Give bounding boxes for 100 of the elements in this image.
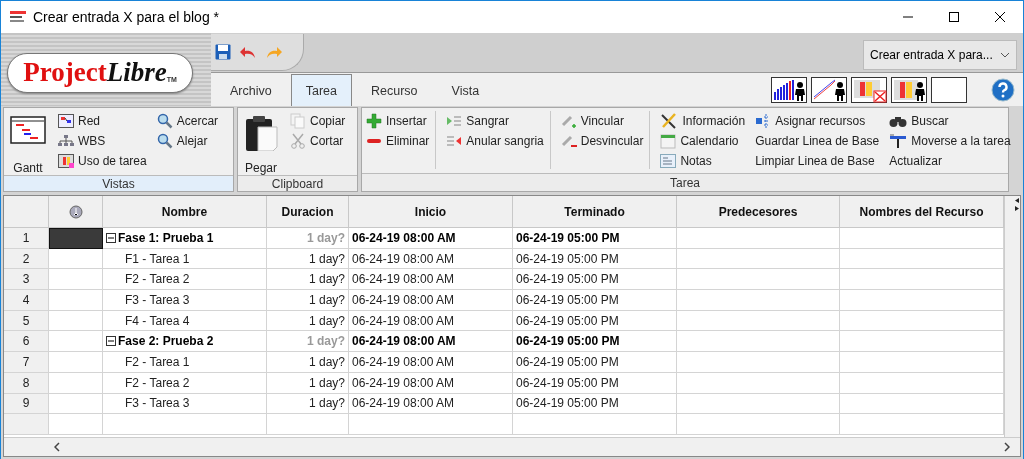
- ribbon-button[interactable]: Acercar: [156, 111, 219, 131]
- date-cell: 06-24-19 05:00 PM: [513, 393, 677, 415]
- date-cell: 06-24-19 08:00 AM: [349, 228, 513, 249]
- outdent-icon: [446, 133, 463, 149]
- date-cell: 06-24-19 05:00 PM: [513, 310, 677, 332]
- ribbon-tab[interactable]: Archivo: [215, 74, 287, 106]
- date-cell: 06-24-19 05:00 PM: [513, 331, 677, 353]
- date-cell: 06-24-19 08:00 AM: [349, 331, 513, 353]
- usage-table-icon: [58, 154, 74, 168]
- ribbon-button[interactable]: Sangrar: [446, 111, 544, 131]
- ribbon-button[interactable]: Calendario: [660, 131, 746, 151]
- ribbon-button[interactable]: Red: [58, 111, 147, 131]
- date-cell: 06-24-19 08:00 AM: [349, 269, 513, 291]
- duration-cell: 1 day?: [267, 331, 349, 353]
- scroll-arrows-icon[interactable]: [1014, 198, 1020, 212]
- column-header[interactable]: Nombre: [103, 196, 267, 228]
- row-number: 8: [4, 372, 49, 394]
- column-header[interactable]: Terminado: [513, 196, 677, 228]
- date-cell: 06-24-19 08:00 AM: [349, 352, 513, 373]
- ribbon-button[interactable]: Limpiar Linea de Base: [755, 151, 880, 171]
- group-label: Vistas: [4, 175, 233, 191]
- horizontal-scrollbar[interactable]: [4, 437, 1020, 456]
- ribbon-button[interactable]: WBS: [58, 131, 147, 151]
- ribbon-button[interactable]: Anular sangria: [446, 131, 544, 151]
- ribbon-button[interactable]: Eliminar: [366, 131, 430, 151]
- maximize-icon[interactable]: [948, 11, 960, 23]
- row-number: 1: [4, 228, 49, 249]
- collapse-icon[interactable]: [106, 336, 116, 347]
- ribbon-button[interactable]: Asignar recursos: [755, 111, 880, 131]
- ribbon-button[interactable]: Desvincular: [560, 131, 644, 151]
- histogram-icon[interactable]: [771, 76, 807, 103]
- date-cell: 06-24-19 05:00 PM: [513, 372, 677, 394]
- ribbon-tab[interactable]: Vista: [436, 74, 495, 106]
- ribbon-button[interactable]: Cortar: [290, 131, 346, 151]
- column-header[interactable]: Inicio: [349, 196, 513, 228]
- column-header[interactable]: Duracion: [267, 196, 349, 228]
- duration-cell: 1 day?: [267, 310, 349, 332]
- line-chart-icon[interactable]: [811, 76, 847, 103]
- ribbon-button[interactable]: Actualizar: [889, 151, 1011, 171]
- table-cell: [49, 414, 103, 435]
- ribbon-button[interactable]: Copiar: [290, 111, 346, 131]
- ribbon-button[interactable]: Moverse a la tarea: [889, 131, 1011, 151]
- task-name: F3 - Tarea 3: [125, 292, 190, 307]
- row-number: 9: [4, 393, 49, 415]
- scroll-left-icon[interactable]: [54, 442, 60, 452]
- duration-cell: 1 day?: [267, 248, 349, 270]
- indent-icon: [446, 113, 463, 129]
- ribbon-tab[interactable]: Tarea: [290, 74, 352, 106]
- help-icon[interactable]: [991, 78, 1015, 102]
- table-delete-icon[interactable]: [851, 76, 887, 103]
- row-number: 3: [4, 269, 49, 291]
- gantt-chart-icon: [10, 115, 46, 145]
- save-icon[interactable]: [215, 44, 231, 60]
- tools-icon: [660, 113, 679, 129]
- group-label: Clipboard: [238, 175, 357, 191]
- copy-icon: [290, 113, 306, 129]
- note-icon: [660, 154, 677, 168]
- corner-header: [4, 196, 49, 228]
- scissors-icon: [290, 133, 306, 149]
- window-title: Crear entrada X para el blog *: [33, 9, 219, 25]
- date-cell: 06-24-19 05:00 PM: [513, 352, 677, 373]
- table-person-icon[interactable]: [891, 76, 927, 103]
- ribbon-tab[interactable]: Recurso: [355, 74, 433, 106]
- ribbon-button[interactable]: Notas: [660, 151, 746, 171]
- date-cell: 06-24-19 05:00 PM: [513, 269, 677, 291]
- project-dropdown[interactable]: Crear entrada X para...: [863, 39, 1017, 70]
- duration-cell: 1 day?: [267, 290, 349, 311]
- date-cell: 06-24-19 05:00 PM: [513, 248, 677, 270]
- ribbon-button[interactable]: Pegar: [242, 111, 280, 175]
- ribbon-button[interactable]: Guardar Linea de Base: [755, 131, 880, 151]
- date-cell: 06-24-19 08:00 AM: [349, 248, 513, 270]
- close-icon[interactable]: [994, 11, 1006, 23]
- app-icon: [9, 10, 27, 24]
- collapse-icon[interactable]: [106, 232, 116, 243]
- scroll-right-icon[interactable]: [1004, 442, 1010, 452]
- column-header[interactable]: Predecesores: [677, 196, 840, 228]
- link-icon: [560, 113, 577, 129]
- blank-view-button[interactable]: [931, 76, 967, 103]
- date-cell: 06-24-19 05:00 PM: [513, 228, 677, 249]
- calendar-icon: [660, 133, 677, 149]
- ribbon-button[interactable]: Alejar: [156, 131, 219, 151]
- row-number: 4: [4, 290, 49, 311]
- ribbon-button[interactable]: Buscar: [889, 111, 1011, 131]
- column-header[interactable]: Nombres del Recurso: [840, 196, 1004, 228]
- ribbon-button[interactable]: Insertar: [366, 111, 430, 131]
- task-name: Fase 2: Prueba 2: [118, 334, 214, 349]
- network-icon: [58, 114, 74, 128]
- date-cell: 06-24-19 08:00 AM: [349, 393, 513, 415]
- task-name: Fase 1: Prueba 1: [118, 230, 214, 245]
- ribbon-button[interactable]: Vincular: [560, 111, 644, 131]
- ribbon-button[interactable]: Información: [660, 111, 746, 131]
- group-label: Tarea: [362, 173, 1008, 191]
- ribbon-button[interactable]: Uso de tarea: [58, 151, 147, 171]
- binoculars-icon: [889, 114, 908, 128]
- indicator-icon: [68, 204, 83, 219]
- chevron-icon[interactable]: [1000, 51, 1010, 58]
- task-name: F2 - Tarea 1: [125, 354, 190, 369]
- duration-cell: 1 day?: [267, 269, 349, 291]
- ribbon-button[interactable]: Gantt: [8, 111, 48, 175]
- unlink-icon: [560, 133, 577, 149]
